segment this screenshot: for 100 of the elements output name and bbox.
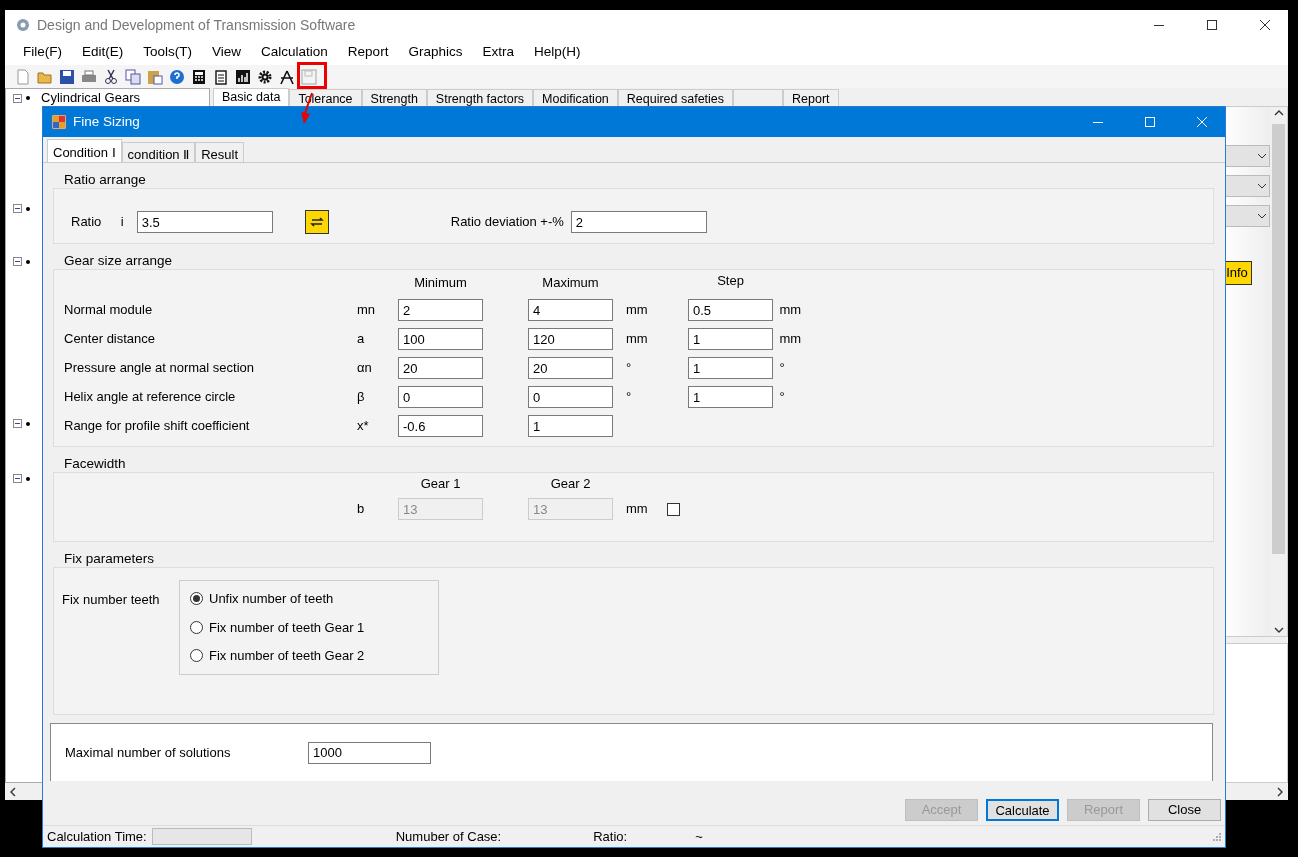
radio-label[interactable]: Fix number of teeth Gear 1 — [209, 617, 365, 637]
input-field[interactable]: 1 — [688, 357, 773, 379]
symbol-label: x* — [357, 417, 370, 436]
clipboard-icon[interactable] — [213, 68, 229, 85]
unit-label: ° — [778, 388, 786, 407]
menu-item[interactable]: Calculation — [251, 42, 338, 63]
field-label: Normal module — [64, 301, 154, 320]
unit-label: ° — [778, 359, 786, 378]
chevron-down-icon — [1257, 212, 1267, 220]
tab[interactable]: Result — [195, 142, 245, 162]
collapse-icon[interactable] — [13, 474, 22, 483]
status-value: ~ — [695, 827, 703, 846]
bullet-icon — [25, 475, 32, 482]
menu-item[interactable]: File(F) — [13, 42, 72, 63]
group-title: Gear size arrange — [63, 252, 174, 269]
dialog-button[interactable]: Close — [1148, 799, 1221, 821]
menu-item[interactable]: Help(H) — [523, 42, 591, 63]
input-field[interactable]: 0 — [398, 386, 483, 408]
tab[interactable]: Strength — [361, 89, 427, 106]
tree-item[interactable]: Cylindrical Gears — [41, 91, 140, 105]
save-icon[interactable] — [59, 68, 75, 85]
minimize-icon — [1153, 24, 1164, 26]
gear-icon — [15, 17, 31, 33]
tab[interactable]: Strength factors — [426, 89, 534, 106]
symbol-label: a — [357, 330, 366, 349]
radio-button[interactable] — [190, 592, 203, 606]
field-label: Pressure angle at normal section — [64, 359, 256, 378]
input-field[interactable]: 1 — [528, 415, 613, 437]
scroll-right-icon[interactable] — [1276, 786, 1284, 797]
bar-chart-icon[interactable] — [235, 68, 251, 85]
print-icon[interactable] — [81, 68, 97, 85]
input-field[interactable]: 4 — [528, 299, 613, 321]
input-field[interactable]: 0 — [528, 386, 613, 408]
tab[interactable]: Basic data — [213, 88, 290, 106]
input-field[interactable]: 3.5 — [136, 211, 273, 233]
bullet-icon — [25, 258, 32, 265]
tab[interactable]: Required safeties — [617, 89, 734, 106]
input-field[interactable]: 2 — [570, 211, 707, 233]
swap-button[interactable] — [304, 210, 329, 234]
bullet-icon — [25, 205, 32, 212]
collapse-icon[interactable] — [13, 93, 22, 103]
input-field[interactable]: 1000 — [308, 741, 431, 764]
menu-item[interactable]: Report — [337, 42, 399, 63]
input-field[interactable]: 100 — [398, 328, 483, 350]
scrollbar-thumb[interactable] — [1272, 123, 1285, 554]
collapse-icon[interactable] — [13, 204, 22, 213]
column-header: Step — [716, 274, 745, 288]
input-field[interactable]: 120 — [528, 328, 613, 350]
settings-icon[interactable] — [257, 68, 273, 85]
input-field[interactable]: 1 — [688, 328, 773, 350]
input-field[interactable]: 20 — [528, 357, 613, 379]
menu-item[interactable]: Tools(T) — [133, 42, 203, 63]
menu-item[interactable]: View — [202, 42, 252, 63]
unit-label: ° — [625, 388, 633, 407]
menu-item[interactable]: Extra — [472, 42, 524, 63]
resize-grip-icon — [1210, 831, 1222, 842]
symbol-label: β — [357, 388, 366, 407]
help-icon[interactable] — [169, 68, 185, 85]
symbol-label: mn — [357, 301, 377, 320]
scroll-left-icon[interactable] — [9, 786, 17, 797]
tab[interactable]: Report — [783, 89, 839, 106]
field-label: Fix number teeth — [62, 591, 161, 609]
dialog-button[interactable]: Calculate — [986, 799, 1059, 821]
compass-icon[interactable] — [279, 68, 295, 85]
unit-label: mm — [625, 301, 649, 320]
group-title: Fix parameters — [63, 550, 156, 567]
scroll-down-icon[interactable] — [1273, 626, 1284, 634]
cut-icon[interactable] — [103, 68, 119, 85]
unit-label: ° — [625, 359, 633, 378]
collapse-icon[interactable] — [13, 257, 22, 266]
chevron-down-icon — [1257, 152, 1267, 160]
menu-item[interactable]: Edit(E) — [72, 42, 134, 63]
window-title: Design and Development of Transmission Software — [37, 15, 357, 35]
symbol-label: i — [120, 213, 124, 232]
tab[interactable]: condition Ⅱ — [121, 142, 196, 162]
paste-icon[interactable] — [147, 68, 163, 85]
radio-label[interactable]: Unfix number of teeth — [209, 589, 334, 609]
column-header: Maximum — [541, 276, 600, 290]
tab[interactable]: Condition Ⅰ — [47, 139, 122, 162]
input-field[interactable]: -0.6 — [398, 415, 483, 437]
collapse-icon[interactable] — [13, 419, 22, 428]
bullet-icon — [25, 95, 32, 101]
radio-label[interactable]: Fix number of teeth Gear 2 — [209, 646, 365, 666]
input-field[interactable]: 2 — [398, 299, 483, 321]
bullet-icon — [25, 420, 32, 427]
copy-icon[interactable] — [125, 68, 141, 85]
symbol-label: αn — [357, 359, 373, 378]
scroll-up-icon[interactable] — [1273, 109, 1284, 117]
menu-item[interactable]: Graphics — [398, 42, 473, 63]
input-field[interactable]: 0.5 — [688, 299, 773, 321]
field-label: Center distance — [64, 330, 157, 349]
radio-button[interactable] — [190, 620, 203, 634]
radio-button[interactable] — [190, 649, 203, 663]
calculator-icon[interactable] — [191, 68, 207, 85]
tab[interactable]: Modification — [533, 89, 618, 106]
status-label: Ratio: — [593, 827, 628, 846]
field-label: Helix angle at reference circle — [64, 388, 237, 407]
input-field[interactable]: 1 — [688, 386, 773, 408]
input-field[interactable]: 20 — [398, 357, 483, 379]
field-label: Ratio — [71, 213, 102, 232]
